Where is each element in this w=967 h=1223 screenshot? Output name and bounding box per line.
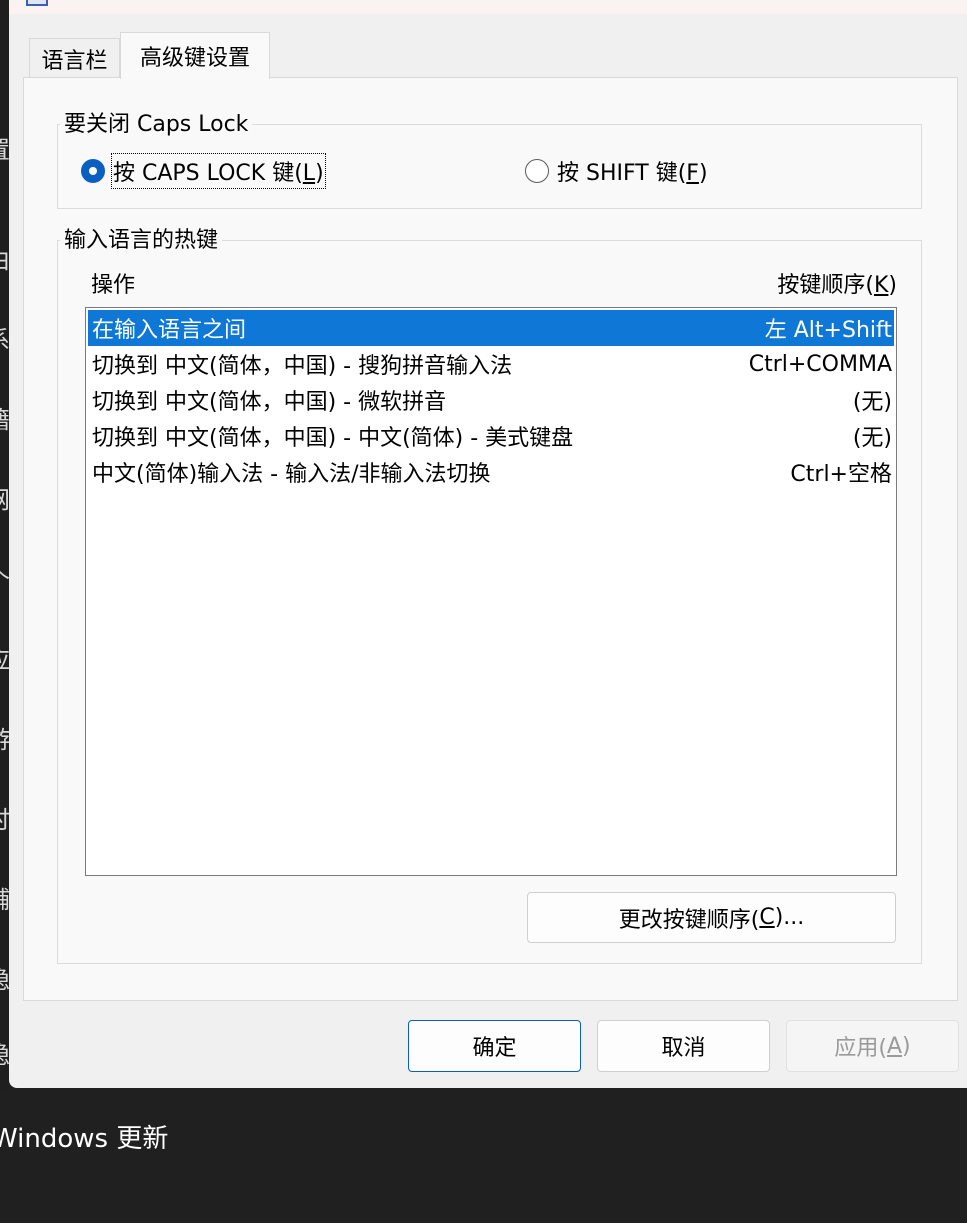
dialog-titlebar[interactable]: [9, 0, 967, 14]
radio-selected-icon[interactable]: [81, 159, 105, 183]
column-header-key-sequence: 按键顺序(K): [777, 273, 897, 298]
change-key-sequence-button[interactable]: 更改按键顺序(C)...: [527, 892, 896, 943]
ok-button[interactable]: 确定: [408, 1020, 581, 1072]
hotkey-keys: (无): [852, 426, 892, 451]
hotkey-list[interactable]: 在输入语言之间 左 Alt+Shift 切换到 中文(简体，中国) - 搜狗拼音…: [85, 307, 897, 876]
hotkey-action: 在输入语言之间: [92, 318, 247, 343]
hotkey-row[interactable]: 中文(简体)输入法 - 输入法/非输入法切换 Ctrl+空格: [88, 454, 894, 490]
advanced-key-settings-panel: 要关闭 Caps Lock 按 CAPS LOCK 键(L) 按 SHIFT 键…: [23, 77, 958, 1001]
hotkey-row[interactable]: 切换到 中文(简体，中国) - 微软拼音 (无): [88, 382, 894, 418]
radio-caps-lock-label: 按 CAPS LOCK 键(L): [111, 153, 326, 189]
apply-button[interactable]: 应用(A): [786, 1020, 959, 1072]
hotkey-action: 切换到 中文(简体，中国) - 中文(简体) - 美式键盘: [92, 426, 574, 451]
column-header-action: 操作: [91, 273, 136, 298]
hotkey-action: 切换到 中文(简体，中国) - 微软拼音: [92, 390, 447, 415]
hotkey-row[interactable]: 在输入语言之间 左 Alt+Shift: [88, 310, 894, 346]
caps-lock-group-title: 要关闭 Caps Lock: [60, 112, 253, 138]
hotkey-keys: Ctrl+COMMA: [748, 351, 892, 377]
cancel-button[interactable]: 取消: [597, 1020, 770, 1072]
background-windows-update-label[interactable]: Windows 更新: [0, 1118, 168, 1155]
hotkey-keys: (无): [852, 390, 892, 415]
tab-language-bar[interactable]: 语言栏: [29, 38, 120, 78]
tab-advanced-key-settings[interactable]: 高级键设置: [120, 32, 270, 79]
hotkeys-group-title: 输入语言的热键: [60, 228, 223, 254]
text-services-dialog: 语言栏 高级键设置 要关闭 Caps Lock 按 CAPS LOCK 键(L)…: [9, 0, 967, 1088]
radio-caps-lock-key[interactable]: 按 CAPS LOCK 键(L): [81, 153, 326, 189]
radio-unselected-icon[interactable]: [525, 159, 549, 183]
hotkey-keys: 左 Alt+Shift: [764, 318, 892, 343]
hotkey-action: 中文(简体)输入法 - 输入法/非输入法切换: [92, 462, 491, 487]
hotkey-keys: Ctrl+空格: [790, 462, 892, 487]
hotkey-row[interactable]: 切换到 中文(简体，中国) - 搜狗拼音输入法 Ctrl+COMMA: [88, 346, 894, 382]
hotkey-row[interactable]: 切换到 中文(简体，中国) - 中文(简体) - 美式键盘 (无): [88, 418, 894, 454]
window-icon: [26, 0, 48, 6]
radio-shift-key[interactable]: 按 SHIFT 键(F): [525, 155, 708, 187]
radio-shift-label: 按 SHIFT 键(F): [557, 161, 708, 186]
hotkey-action: 切换到 中文(简体，中国) - 搜狗拼音输入法: [92, 354, 513, 379]
